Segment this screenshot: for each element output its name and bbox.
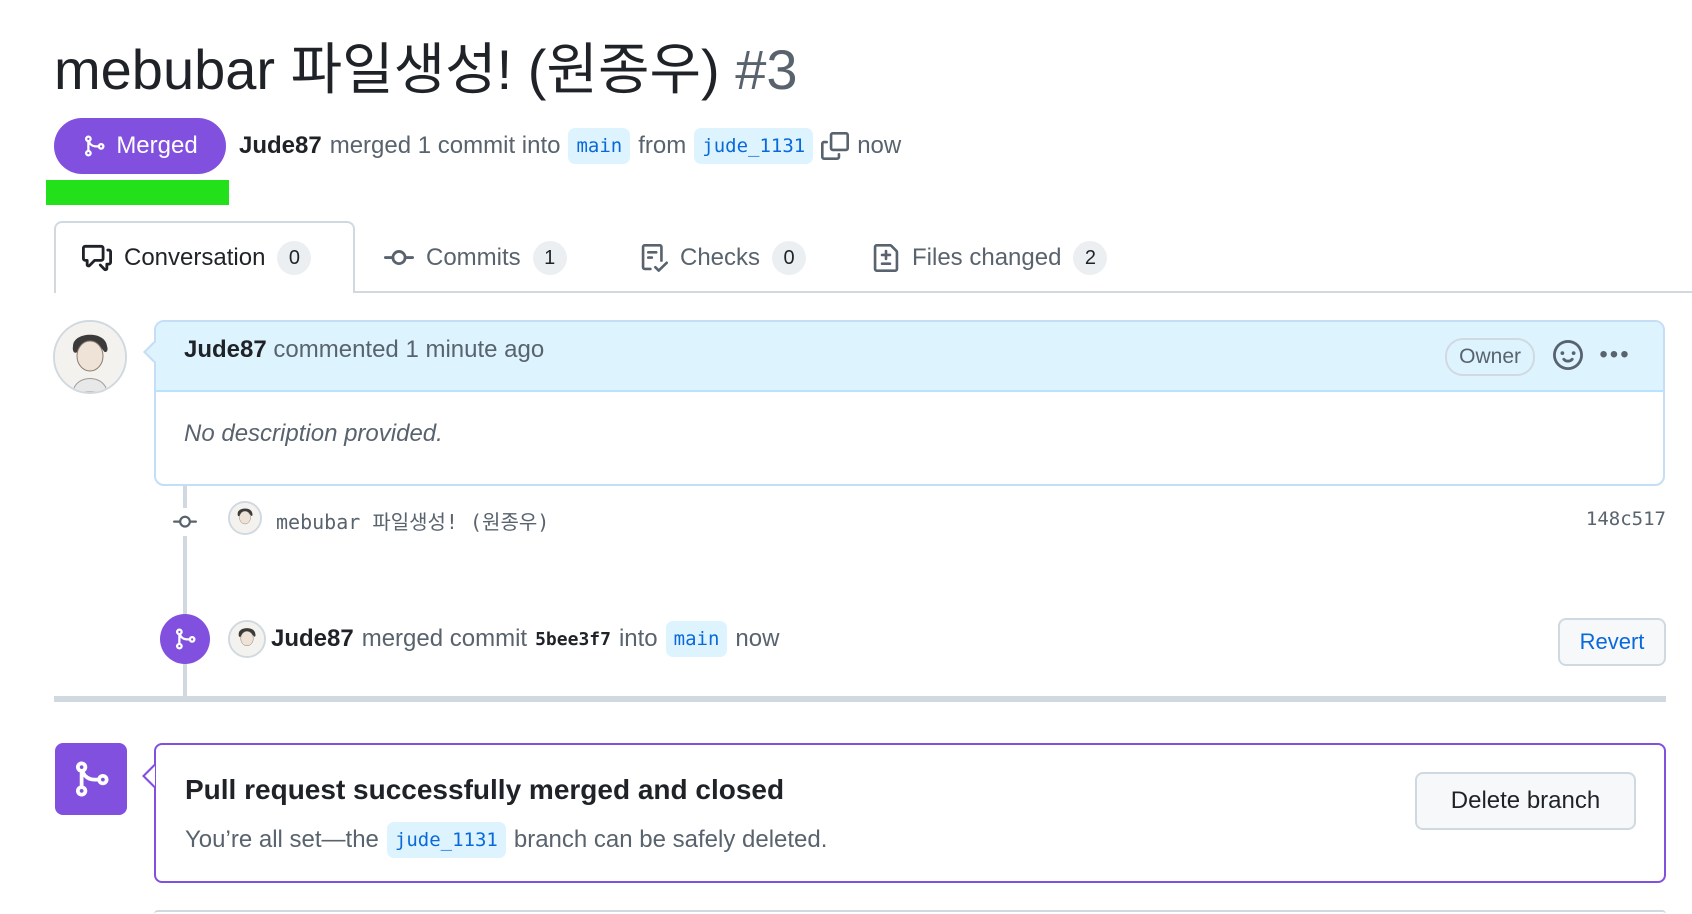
merge-summary: merged 1 commit into bbox=[329, 132, 561, 159]
merge-event-text: Jude87 merged commit 5bee3f7 into main n… bbox=[271, 617, 779, 661]
merge-event-verb: merged commit bbox=[361, 625, 528, 652]
comment-discussion-icon bbox=[82, 244, 112, 272]
add-reaction-button[interactable] bbox=[1551, 338, 1585, 372]
revert-button[interactable]: Revert bbox=[1558, 618, 1666, 666]
git-merge-icon bbox=[176, 628, 196, 650]
merged-status-description: You’re all set—the jude_1131 branch can … bbox=[185, 822, 827, 858]
desc-suffix: branch can be safely deleted. bbox=[513, 826, 828, 853]
tab-files-changed[interactable]: Files changed 2 bbox=[872, 236, 1108, 280]
from-text: from bbox=[638, 132, 687, 159]
comment-pointer-inner bbox=[146, 342, 156, 362]
delete-branch-button[interactable]: Delete branch bbox=[1415, 772, 1636, 830]
tab-label: Checks bbox=[680, 244, 761, 271]
comment-box: Jude87 commented 1 minute ago Owner ••• … bbox=[154, 320, 1665, 486]
comment-author-link[interactable]: Jude87 bbox=[184, 336, 267, 363]
comment-timestamp[interactable]: commented 1 minute ago bbox=[273, 336, 544, 363]
avatar-portrait-icon bbox=[230, 622, 264, 656]
tab-label: Files changed bbox=[912, 244, 1062, 271]
git-merge-icon bbox=[85, 135, 105, 157]
comment-author-avatar[interactable] bbox=[53, 320, 127, 394]
copy-branch-button[interactable] bbox=[821, 132, 850, 160]
commit-sha-link[interactable]: 148c517 bbox=[1586, 508, 1666, 530]
commit-message-link[interactable]: mebubar 파일생성! (원종우) bbox=[276, 506, 549, 535]
next-timeline-item-edge bbox=[154, 910, 1666, 914]
commit-author-avatar[interactable] bbox=[228, 501, 262, 535]
highlight-mark bbox=[46, 180, 229, 205]
tab-conversation[interactable]: Conversation 0 bbox=[82, 236, 312, 280]
head-branch-label[interactable]: jude_1131 bbox=[694, 128, 814, 164]
deletable-branch-label[interactable]: jude_1131 bbox=[386, 822, 506, 858]
timeline-divider bbox=[54, 696, 1666, 702]
comment-header-text: Jude87 commented 1 minute ago bbox=[184, 336, 544, 364]
tab-checks[interactable]: Checks 0 bbox=[640, 236, 807, 280]
avatar-portrait-icon bbox=[55, 322, 125, 392]
tab-commits[interactable]: Commits 1 bbox=[384, 236, 567, 280]
merged-status-icon-box bbox=[55, 743, 127, 815]
git-commit-icon bbox=[384, 250, 414, 266]
avatar-portrait-icon bbox=[230, 503, 260, 533]
merge-author-link[interactable]: Jude87 bbox=[271, 625, 354, 653]
merged-status-title: Pull request successfully merged and clo… bbox=[185, 774, 785, 805]
owner-badge: Owner bbox=[1445, 338, 1535, 376]
merged-pointer-inner bbox=[145, 766, 155, 786]
file-diff-icon bbox=[873, 244, 899, 272]
checklist-icon bbox=[641, 244, 668, 272]
tab-label: Conversation bbox=[124, 244, 266, 271]
git-merge-icon bbox=[76, 761, 109, 797]
smiley-icon bbox=[1553, 340, 1583, 370]
merge-author-avatar[interactable] bbox=[228, 620, 266, 658]
tab-counter: 0 bbox=[772, 241, 807, 275]
comment-body: No description provided. bbox=[184, 420, 443, 447]
comment-header: Jude87 commented 1 minute ago Owner ••• bbox=[156, 322, 1663, 392]
base-branch-label[interactable]: main bbox=[568, 128, 631, 164]
merge-branch-label[interactable]: main bbox=[665, 621, 728, 657]
into-text: into bbox=[618, 625, 658, 652]
git-commit-icon bbox=[168, 508, 202, 536]
kebab-horizontal-icon[interactable]: ••• bbox=[1597, 338, 1633, 372]
merge-time[interactable]: now bbox=[735, 625, 779, 653]
copy-icon bbox=[821, 132, 850, 160]
state-label: Merged bbox=[116, 132, 198, 159]
merge-event-badge bbox=[160, 614, 210, 664]
pr-author-link[interactable]: Jude87 bbox=[239, 132, 322, 160]
pr-meta: Jude87 merged 1 commit into main from ju… bbox=[239, 124, 901, 168]
tab-counter: 1 bbox=[532, 241, 567, 275]
tab-counter: 2 bbox=[1073, 241, 1108, 275]
pr-time: now bbox=[857, 132, 902, 159]
merged-state-badge: Merged bbox=[54, 118, 226, 174]
pr-number: #3 bbox=[735, 38, 798, 101]
tab-label: Commits bbox=[426, 244, 521, 271]
desc-prefix: You’re all set—the bbox=[185, 826, 379, 853]
pr-title: mebubar 파일생성! (원종우) #3 bbox=[54, 32, 798, 108]
merge-commit-sha-link[interactable]: 5bee3f7 bbox=[535, 629, 611, 650]
pr-title-text: mebubar 파일생성! (원종우) bbox=[54, 38, 720, 101]
tab-counter: 0 bbox=[277, 241, 312, 275]
